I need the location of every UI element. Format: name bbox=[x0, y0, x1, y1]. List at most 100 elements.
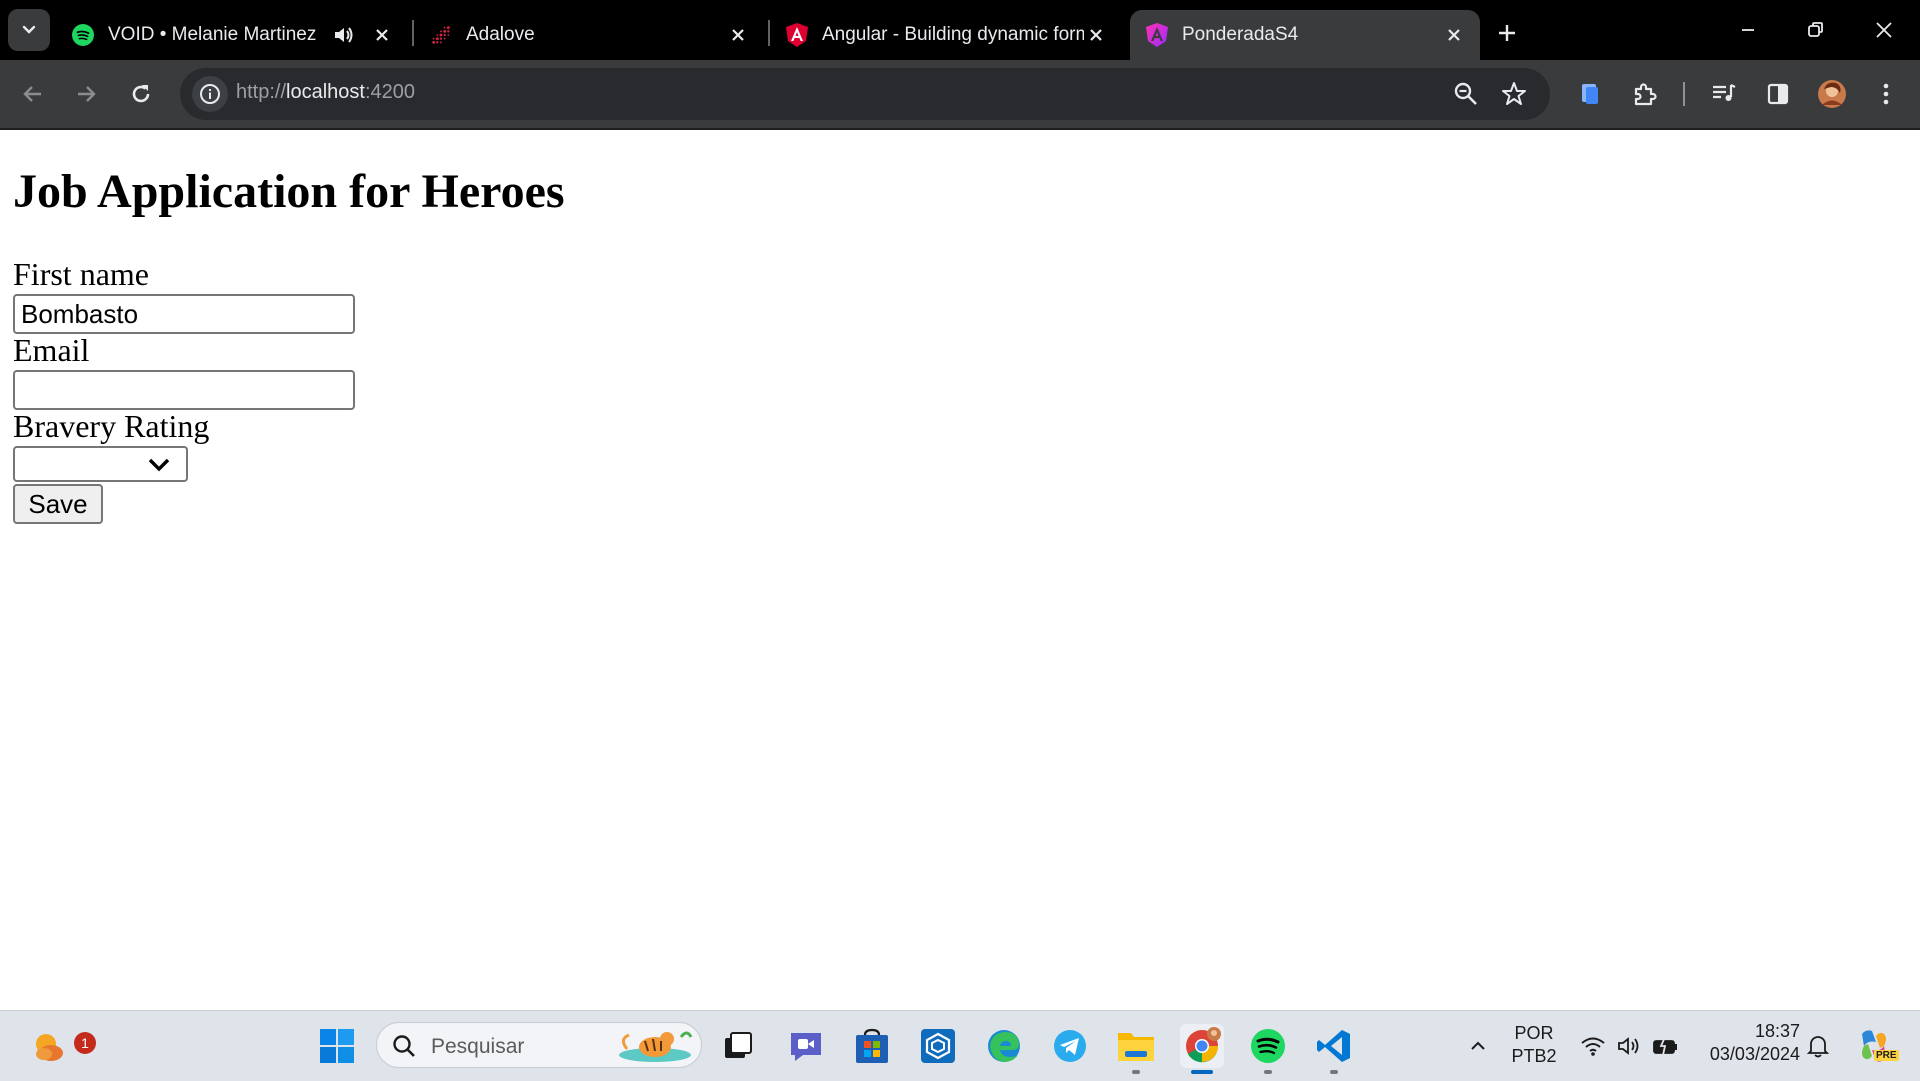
chrome-icon bbox=[1186, 1027, 1221, 1063]
tab-adalove[interactable]: Adalove bbox=[414, 10, 764, 60]
chevron-down-icon bbox=[22, 25, 36, 34]
tab-search-button[interactable] bbox=[8, 9, 50, 51]
folder-icon bbox=[1118, 1033, 1154, 1061]
task-view-icon bbox=[725, 1032, 752, 1058]
extension-translate-button[interactable] bbox=[1570, 74, 1610, 114]
forward-button[interactable] bbox=[66, 74, 106, 114]
reload-icon bbox=[132, 85, 150, 103]
quick-settings-button[interactable] bbox=[1570, 1024, 1690, 1068]
weather-sun-cloud-icon bbox=[36, 1034, 63, 1061]
taskbar-chrome[interactable] bbox=[1180, 1024, 1224, 1074]
bravery-rating-select[interactable] bbox=[13, 446, 188, 482]
weather-widget[interactable]: 1 bbox=[26, 1024, 96, 1068]
vscode-icon bbox=[1317, 1030, 1350, 1062]
battery-charging-icon bbox=[1653, 1036, 1677, 1056]
back-button[interactable] bbox=[13, 74, 53, 114]
minimize-button[interactable] bbox=[1726, 12, 1770, 48]
input-language[interactable]: POR PTB2 bbox=[1506, 1023, 1562, 1067]
clock-time: 18:37 bbox=[1754, 1021, 1800, 1041]
windows-logo-icon bbox=[320, 1029, 354, 1063]
close-icon bbox=[1876, 22, 1892, 38]
teams-chat-icon bbox=[791, 1033, 821, 1061]
taskbar-store[interactable] bbox=[850, 1024, 894, 1068]
task-view-button[interactable] bbox=[716, 1024, 760, 1068]
notification-badge: 1 bbox=[74, 1032, 96, 1054]
chevron-down-icon bbox=[148, 458, 170, 472]
site-info-icon[interactable] bbox=[192, 76, 228, 112]
restore-button[interactable] bbox=[1794, 12, 1838, 48]
volume-icon bbox=[1618, 1037, 1639, 1055]
bookmark-star-icon[interactable] bbox=[1500, 80, 1528, 108]
active-app-indicator bbox=[1191, 1070, 1213, 1074]
notifications-button[interactable] bbox=[1796, 1024, 1840, 1068]
angular-icon bbox=[786, 23, 808, 47]
system-clock[interactable]: 18:37 03/03/2024 bbox=[1696, 1021, 1800, 1065]
running-indicator bbox=[1330, 1070, 1338, 1074]
email-label: Email bbox=[13, 332, 90, 368]
taskbar-file-explorer[interactable] bbox=[1114, 1024, 1158, 1074]
extensions-button[interactable] bbox=[1625, 74, 1665, 114]
adalove-icon bbox=[430, 24, 452, 46]
dev-home-icon bbox=[921, 1029, 955, 1063]
page-title: Job Application for Heroes bbox=[13, 165, 565, 218]
taskbar-dev-app[interactable] bbox=[916, 1024, 960, 1068]
taskbar-vscode[interactable] bbox=[1312, 1024, 1356, 1074]
show-hidden-icons-button[interactable] bbox=[1456, 1024, 1500, 1068]
tab-title: PonderadaS4 bbox=[1182, 24, 1299, 45]
taskbar-teams[interactable] bbox=[784, 1024, 828, 1068]
more-vert-icon bbox=[1883, 83, 1889, 105]
tab-ponderadas4[interactable]: PonderadaS4 bbox=[1130, 10, 1480, 60]
start-button[interactable] bbox=[315, 1024, 359, 1068]
taskbar: 1 Pesquisar POR PTB2 18:37 03/03/2024 PR… bbox=[0, 1010, 1920, 1081]
email-input[interactable] bbox=[13, 370, 355, 410]
speaker-icon[interactable] bbox=[330, 22, 356, 48]
save-button[interactable]: Save bbox=[13, 484, 103, 524]
search-placeholder: Pesquisar bbox=[431, 1035, 525, 1058]
taskbar-edge[interactable] bbox=[982, 1024, 1026, 1068]
bravery-rating-label: Bravery Rating bbox=[13, 408, 210, 444]
wifi-icon bbox=[1581, 1037, 1605, 1056]
angular-gradient-icon bbox=[1146, 23, 1168, 47]
close-tab-icon[interactable] bbox=[1442, 23, 1466, 47]
url-text: http://localhost:4200 bbox=[236, 81, 415, 104]
toolbar-divider bbox=[1683, 82, 1685, 106]
side-panel-button[interactable] bbox=[1758, 74, 1798, 114]
copilot-button[interactable]: PRE bbox=[1852, 1024, 1899, 1068]
minimize-icon bbox=[1742, 29, 1754, 31]
tab-title: Adalove bbox=[466, 24, 535, 45]
arrow-left-icon bbox=[23, 86, 41, 102]
avatar bbox=[1818, 80, 1846, 108]
arrow-right-icon bbox=[78, 86, 96, 102]
clock-date: 03/03/2024 bbox=[1709, 1044, 1800, 1064]
close-tab-icon[interactable] bbox=[1084, 23, 1108, 47]
media-controls-button[interactable] bbox=[1704, 74, 1744, 114]
first-name-input[interactable] bbox=[13, 294, 355, 334]
spotify-icon bbox=[72, 24, 94, 46]
tab-angular-docs[interactable]: Angular - Building dynamic forms bbox=[770, 10, 1122, 60]
edge-browser-icon bbox=[988, 1030, 1020, 1062]
first-name-label: First name bbox=[13, 256, 149, 292]
tab-title: VOID • Melanie Martinez bbox=[108, 24, 317, 45]
tab-spotify[interactable]: VOID • Melanie Martinez bbox=[56, 10, 408, 60]
close-tab-icon[interactable] bbox=[370, 23, 394, 47]
language-code: POR bbox=[1514, 1023, 1554, 1043]
tab-strip: VOID • Melanie Martinez Adalove Angular … bbox=[0, 0, 1920, 60]
microsoft-store-icon bbox=[856, 1028, 888, 1063]
close-window-button[interactable] bbox=[1862, 12, 1906, 48]
zoom-icon[interactable] bbox=[1452, 80, 1480, 108]
new-tab-button[interactable] bbox=[1490, 16, 1524, 50]
profile-avatar[interactable] bbox=[1812, 74, 1852, 114]
running-indicator bbox=[1132, 1070, 1140, 1074]
taskbar-spotify[interactable] bbox=[1246, 1024, 1290, 1074]
side-panel-icon bbox=[1767, 83, 1789, 105]
taskbar-search-box[interactable]: Pesquisar bbox=[376, 1022, 702, 1068]
url-scheme: http:// bbox=[236, 81, 287, 103]
tab-title: Angular - Building dynamic forms bbox=[822, 24, 1084, 45]
reload-button[interactable] bbox=[121, 74, 161, 114]
address-bar[interactable]: http://localhost:4200 bbox=[180, 68, 1550, 120]
copilot-preview-badge: PRE bbox=[1874, 1050, 1899, 1061]
browser-menu-button[interactable] bbox=[1866, 74, 1906, 114]
search-icon bbox=[393, 1035, 415, 1057]
taskbar-telegram[interactable] bbox=[1048, 1024, 1092, 1068]
close-tab-icon[interactable] bbox=[726, 23, 750, 47]
